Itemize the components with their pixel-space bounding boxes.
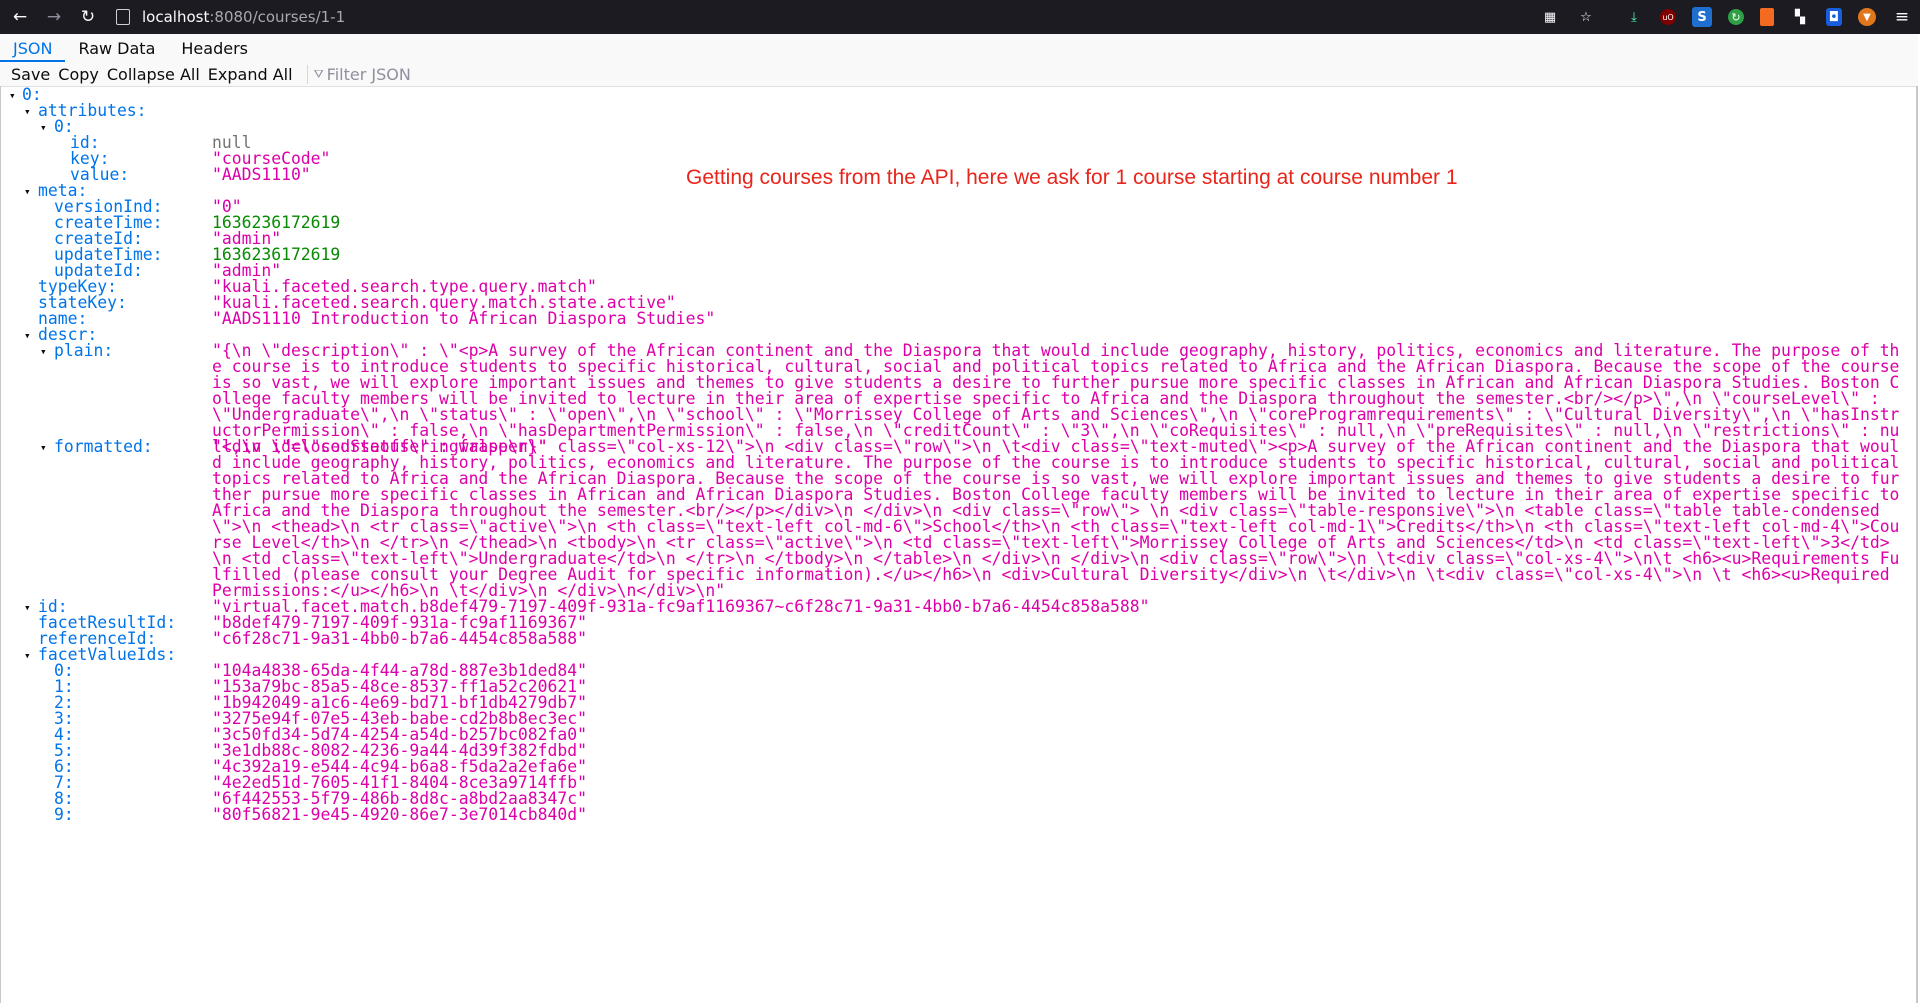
grid-icon[interactable]: ▦ [1540, 7, 1560, 27]
tab-raw-data[interactable]: Raw Data [65, 35, 168, 62]
collapse-all-button[interactable]: Collapse All [105, 65, 206, 84]
reload-icon[interactable]: ↻ [74, 7, 102, 27]
url-path: :8080/courses/1-1 [209, 8, 346, 26]
url-bar[interactable]: localhost:8080/courses/1-1 [116, 0, 345, 34]
bitwarden-icon[interactable]: ◘ [1826, 8, 1842, 26]
expand-toggle-icon[interactable]: ▾ [40, 120, 47, 136]
expand-toggle-icon[interactable]: ▾ [40, 344, 47, 360]
metamask-fox-icon[interactable]: ▼ [1858, 8, 1876, 26]
save-button[interactable]: Save [0, 65, 56, 84]
menu-icon[interactable]: ≡ [1892, 7, 1912, 27]
back-icon[interactable]: ← [6, 7, 34, 27]
tab-json[interactable]: JSON [0, 35, 66, 62]
trash-extension-icon[interactable] [1760, 8, 1774, 26]
expand-toggle-icon[interactable]: ▾ [24, 104, 31, 120]
expand-toggle-icon[interactable]: ▾ [24, 184, 31, 200]
expand-toggle-icon[interactable]: ▾ [24, 600, 31, 616]
expand-toggle-icon[interactable]: ▾ [24, 648, 31, 664]
expand-toggle-icon[interactable]: ▾ [24, 328, 31, 344]
copy-button[interactable]: Copy [56, 65, 105, 84]
json-tree: ▾ 0: ▾ attributes: ▾ 0: id: null key: "course… [0, 86, 1918, 1003]
browser-toolbar: ← → ↻ localhost:8080/courses/1-1 ▦ ☆ ⤓ u… [0, 0, 1920, 34]
annotation-text: Getting courses from the API, here we as… [686, 166, 1458, 189]
expand-all-button[interactable]: Expand All [206, 65, 299, 84]
ublock-icon[interactable]: uO [1660, 9, 1676, 25]
bookmark-star-icon[interactable]: ☆ [1576, 7, 1596, 27]
filter-json-input[interactable]: ⛛ Filter JSON [306, 64, 411, 84]
formatted-value: "<div id=\"courseofferingwrapper\" class… [212, 437, 1900, 600]
filter-placeholder: Filter JSON [326, 64, 411, 84]
extension-icons: ▦ ☆ ⤓ uO S ↻ ▚ ◘ ▼ ≡ [1532, 0, 1920, 34]
json-viewer-tabs: JSON Raw Data Headers [0, 34, 1918, 63]
filter-icon: ⛛ [313, 66, 324, 81]
expand-toggle-icon[interactable]: ▾ [40, 440, 47, 456]
tab-headers[interactable]: Headers [168, 35, 261, 62]
downloads-icon[interactable]: ⤓ [1624, 7, 1644, 27]
json-toolbar: Save Copy Collapse All Expand All ⛛ Filt… [0, 62, 1918, 87]
refresh-extension-icon[interactable]: ↻ [1728, 9, 1744, 25]
extensions-grid-icon[interactable]: ▚ [1790, 7, 1810, 27]
forward-icon[interactable]: → [40, 7, 68, 27]
expand-toggle-icon[interactable]: ▾ [9, 88, 16, 104]
url-host: localhost [142, 8, 210, 26]
page-icon [116, 9, 130, 25]
extension-s-icon[interactable]: S [1692, 7, 1712, 27]
